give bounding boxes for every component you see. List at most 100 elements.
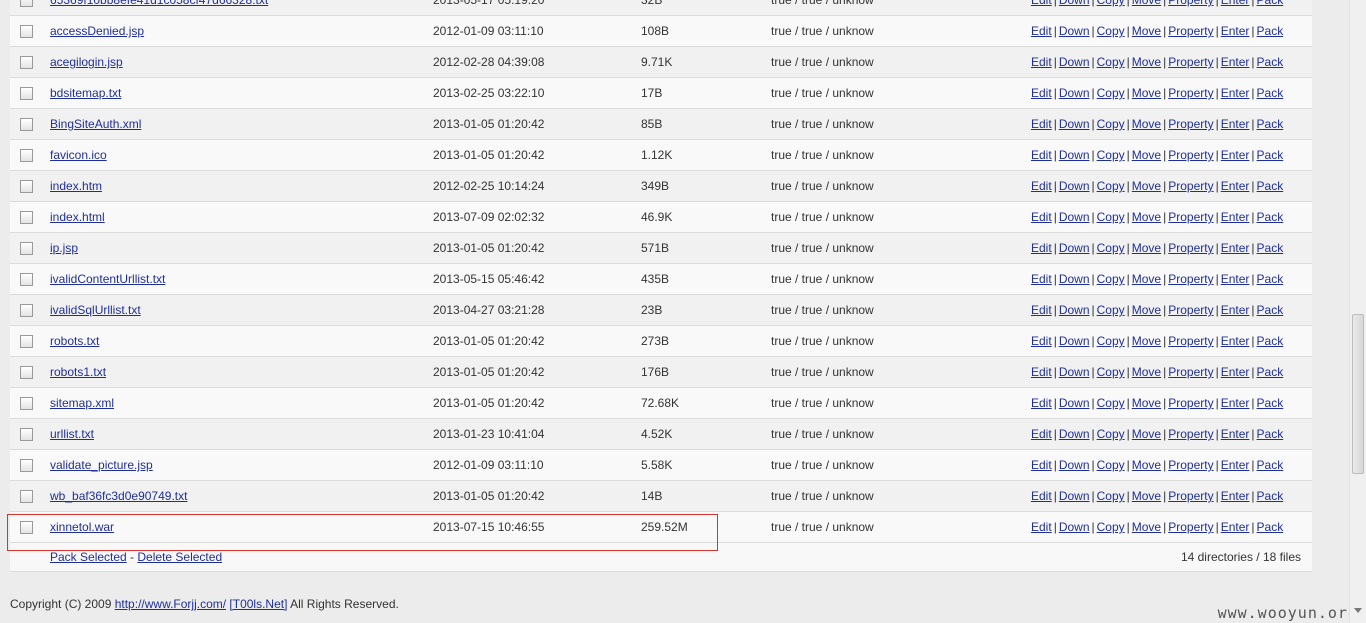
action-pack-link[interactable]: Pack [1257,334,1284,348]
action-property-link[interactable]: Property [1168,458,1213,472]
action-copy-link[interactable]: Copy [1097,86,1125,100]
action-property-link[interactable]: Property [1168,55,1213,69]
action-enter-link[interactable]: Enter [1221,55,1250,69]
action-pack-link[interactable]: Pack [1257,24,1284,38]
action-down-link[interactable]: Down [1059,55,1090,69]
delete-selected-link[interactable]: Delete Selected [137,550,222,564]
action-enter-link[interactable]: Enter [1221,427,1250,441]
action-pack-link[interactable]: Pack [1257,520,1284,534]
action-edit-link[interactable]: Edit [1031,241,1052,255]
action-enter-link[interactable]: Enter [1221,210,1250,224]
file-name-link[interactable]: xinnetol.war [50,520,114,534]
row-checkbox[interactable] [19,366,33,380]
action-property-link[interactable]: Property [1168,520,1213,534]
file-name-link[interactable]: validate_picture.jsp [50,458,153,472]
action-enter-link[interactable]: Enter [1221,396,1250,410]
action-move-link[interactable]: Move [1132,0,1161,7]
action-down-link[interactable]: Down [1059,272,1090,286]
action-down-link[interactable]: Down [1059,210,1090,224]
action-copy-link[interactable]: Copy [1097,458,1125,472]
row-checkbox[interactable] [19,149,33,163]
action-move-link[interactable]: Move [1132,55,1161,69]
action-property-link[interactable]: Property [1168,489,1213,503]
action-edit-link[interactable]: Edit [1031,458,1052,472]
action-move-link[interactable]: Move [1132,303,1161,317]
action-move-link[interactable]: Move [1132,148,1161,162]
action-pack-link[interactable]: Pack [1257,86,1284,100]
action-property-link[interactable]: Property [1168,86,1213,100]
action-enter-link[interactable]: Enter [1221,334,1250,348]
file-name-link[interactable]: index.html [50,210,105,224]
action-copy-link[interactable]: Copy [1097,241,1125,255]
row-checkbox[interactable] [19,521,33,535]
action-down-link[interactable]: Down [1059,241,1090,255]
action-copy-link[interactable]: Copy [1097,24,1125,38]
row-checkbox[interactable] [19,25,33,39]
pack-selected-link[interactable]: Pack Selected [50,550,127,564]
action-down-link[interactable]: Down [1059,396,1090,410]
action-pack-link[interactable]: Pack [1257,489,1284,503]
action-move-link[interactable]: Move [1132,365,1161,379]
action-property-link[interactable]: Property [1168,303,1213,317]
row-checkbox[interactable] [19,490,33,504]
action-pack-link[interactable]: Pack [1257,272,1284,286]
action-move-link[interactable]: Move [1132,86,1161,100]
action-copy-link[interactable]: Copy [1097,117,1125,131]
action-move-link[interactable]: Move [1132,458,1161,472]
file-name-link[interactable]: ip.jsp [50,241,78,255]
row-checkbox[interactable] [19,428,33,442]
action-pack-link[interactable]: Pack [1257,303,1284,317]
action-pack-link[interactable]: Pack [1257,117,1284,131]
action-edit-link[interactable]: Edit [1031,365,1052,379]
action-edit-link[interactable]: Edit [1031,148,1052,162]
action-move-link[interactable]: Move [1132,334,1161,348]
action-enter-link[interactable]: Enter [1221,303,1250,317]
action-copy-link[interactable]: Copy [1097,396,1125,410]
action-enter-link[interactable]: Enter [1221,489,1250,503]
action-property-link[interactable]: Property [1168,24,1213,38]
action-pack-link[interactable]: Pack [1257,210,1284,224]
action-copy-link[interactable]: Copy [1097,427,1125,441]
action-edit-link[interactable]: Edit [1031,489,1052,503]
row-checkbox[interactable] [19,56,33,70]
row-checkbox[interactable] [19,335,33,349]
action-move-link[interactable]: Move [1132,210,1161,224]
action-edit-link[interactable]: Edit [1031,0,1052,7]
row-checkbox[interactable] [19,304,33,318]
action-copy-link[interactable]: Copy [1097,148,1125,162]
action-property-link[interactable]: Property [1168,396,1213,410]
action-down-link[interactable]: Down [1059,489,1090,503]
action-pack-link[interactable]: Pack [1257,458,1284,472]
action-pack-link[interactable]: Pack [1257,396,1284,410]
action-enter-link[interactable]: Enter [1221,241,1250,255]
action-copy-link[interactable]: Copy [1097,179,1125,193]
action-copy-link[interactable]: Copy [1097,0,1125,7]
action-enter-link[interactable]: Enter [1221,117,1250,131]
action-down-link[interactable]: Down [1059,334,1090,348]
action-copy-link[interactable]: Copy [1097,365,1125,379]
file-name-link[interactable]: sitemap.xml [50,396,114,410]
file-name-link[interactable]: robots.txt [50,334,99,348]
file-name-link[interactable]: index.htm [50,179,102,193]
action-move-link[interactable]: Move [1132,520,1161,534]
file-name-link[interactable]: accessDenied.jsp [50,24,144,38]
action-edit-link[interactable]: Edit [1031,179,1052,193]
action-down-link[interactable]: Down [1059,179,1090,193]
row-checkbox[interactable] [19,87,33,101]
forjj-link[interactable]: http://www.Forjj.com/ [115,597,226,611]
file-name-link[interactable]: favicon.ico [50,148,107,162]
vertical-scrollbar[interactable] [1349,0,1366,623]
action-enter-link[interactable]: Enter [1221,458,1250,472]
action-property-link[interactable]: Property [1168,0,1213,7]
action-enter-link[interactable]: Enter [1221,86,1250,100]
action-property-link[interactable]: Property [1168,365,1213,379]
action-copy-link[interactable]: Copy [1097,272,1125,286]
scroll-down-arrow-icon[interactable] [1354,608,1362,613]
file-name-link[interactable]: 65369f10bb8efe41d1c058cf47d66328.txt [50,0,268,7]
action-property-link[interactable]: Property [1168,179,1213,193]
action-property-link[interactable]: Property [1168,210,1213,224]
action-edit-link[interactable]: Edit [1031,303,1052,317]
action-move-link[interactable]: Move [1132,489,1161,503]
action-down-link[interactable]: Down [1059,303,1090,317]
scrollbar-thumb[interactable] [1352,314,1364,474]
